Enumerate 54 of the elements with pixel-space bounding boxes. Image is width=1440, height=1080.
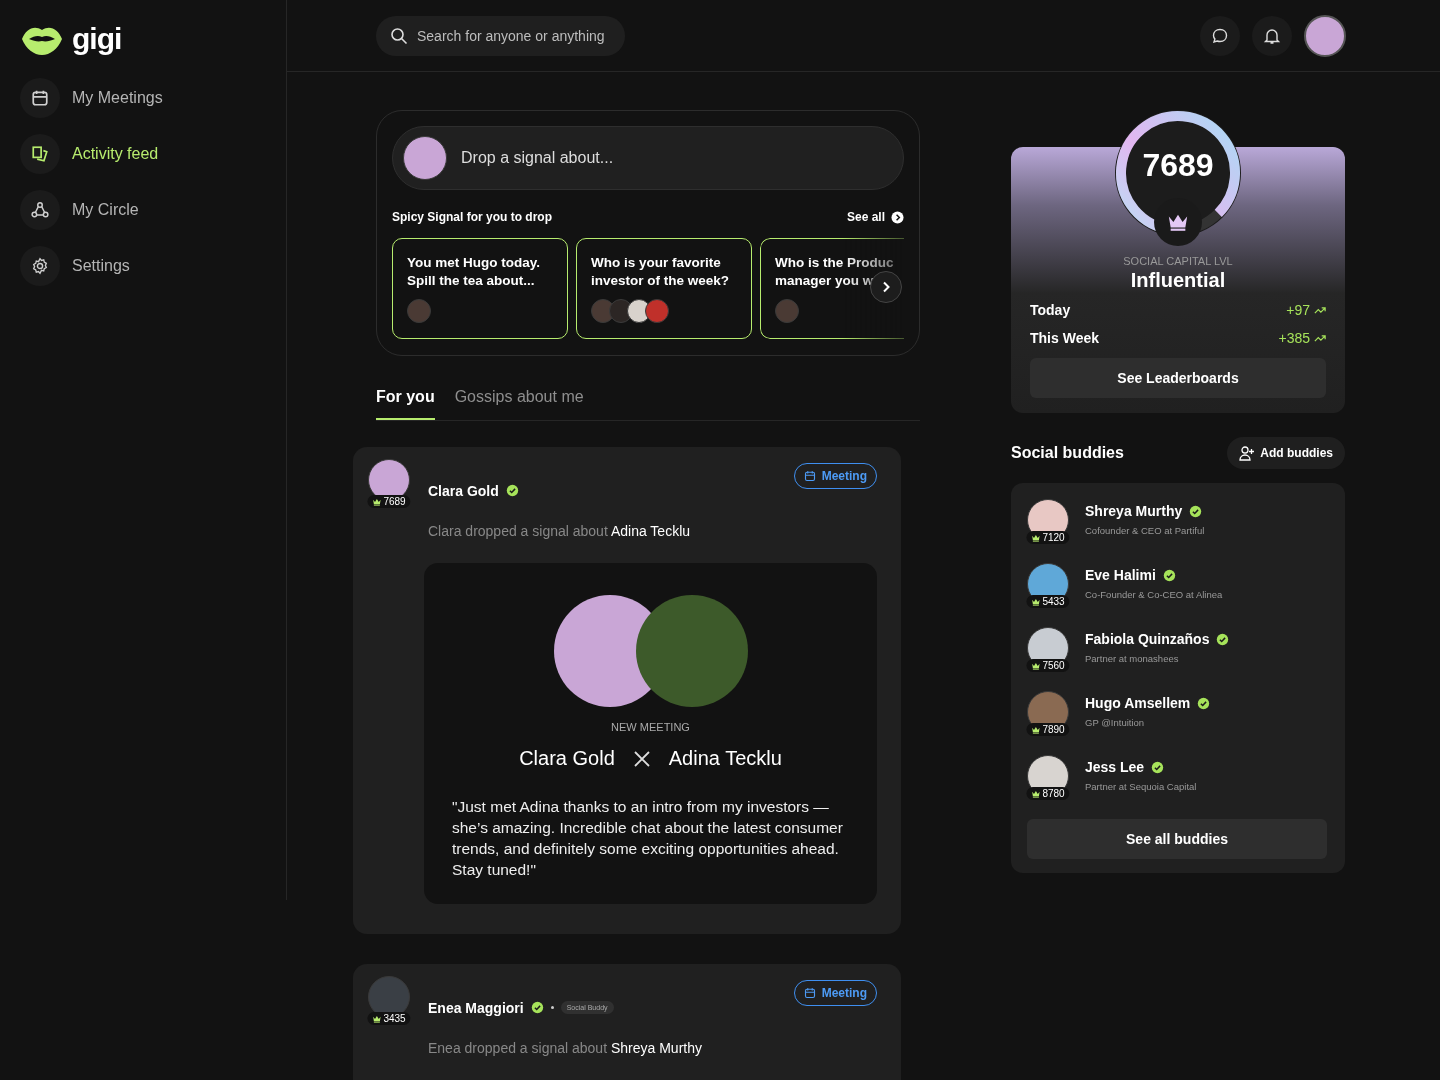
buddy-role: Cofounder & CEO at Partiful — [1085, 525, 1205, 536]
meeting-quote: "Just met Adina thanks to an intro from my investors — she’s amazing. Incredible chat about the latest consumer trends, and definitely some exciting opportunities ahead. Stay tuned!" — [452, 797, 844, 880]
score-badge: 7560 — [1026, 659, 1070, 672]
score-badge: 5433 — [1026, 595, 1070, 608]
stat-label: Today — [1030, 302, 1071, 318]
score-badge: 8780 — [1026, 787, 1070, 800]
leaderboards-button[interactable]: See Leaderboards — [1030, 358, 1326, 398]
nav-item[interactable]: Settings — [20, 246, 266, 286]
tab[interactable]: For you — [376, 388, 435, 420]
search-field[interactable]: Search for anyone or anything — [376, 15, 625, 56]
score-badge: 7890 — [1026, 723, 1070, 736]
stat-value: +97 — [1286, 302, 1310, 318]
buddy-role: Partner at monashees — [1085, 653, 1180, 664]
buddy-item[interactable]: 8780 Jess Lee Partner at Sequoia Capital — [1027, 755, 1327, 797]
buddy-name: Hugo Amsellem — [1085, 695, 1191, 711]
signal-card[interactable]: You met Hugo today. Spill the tea about... — [392, 238, 568, 339]
post-description: Enea dropped a signal about Shreya Murthy — [428, 1040, 703, 1056]
buddy-role: GP @Intuition — [1085, 717, 1146, 728]
buddy-role: Partner at Sequoia Capital — [1085, 781, 1197, 792]
level-name: Influential — [1129, 269, 1227, 292]
level-label: SOCIAL CAPITAL LVL — [1122, 255, 1234, 267]
buddy-item[interactable]: 7560 Fabiola Quinzaños Partner at monashees — [1027, 627, 1327, 669]
buddy-item[interactable]: 7120 Shreya Murthy Cofounder & CEO at Partiful — [1027, 499, 1327, 541]
signal-input[interactable]: Drop a signal about... — [392, 126, 904, 190]
see-all-link[interactable]: See all — [846, 210, 904, 224]
buddy-item[interactable]: 5433 Eve Halimi Co-Founder & Co-CEO at Alinea — [1027, 563, 1327, 605]
tab[interactable]: Gossips about me — [454, 388, 584, 420]
score-badge: 7689 — [367, 495, 411, 508]
nav-item[interactable]: My Circle — [20, 190, 266, 230]
meeting-label: NEW MEETING — [611, 721, 690, 733]
score-badge: 7120 — [1026, 531, 1070, 544]
signal-card[interactable]: Who is your favorite investor of the week? — [576, 238, 752, 339]
buddy-name: Fabiola Quinzaños — [1085, 631, 1210, 647]
buddy-name: Jess Lee — [1085, 759, 1145, 775]
see-all-buddies-button[interactable]: See all buddies — [1027, 819, 1327, 859]
buddy-item[interactable]: 7890 Hugo Amsellem GP @Intuition — [1027, 691, 1327, 733]
buddy-role: Co-Founder & Co-CEO at Alinea — [1085, 589, 1223, 600]
post-description: Clara dropped a signal about Adina Tecklu — [428, 523, 692, 539]
person-name: Clara Gold — [519, 747, 615, 770]
person-name: Adina Tecklu — [668, 747, 782, 770]
author-name: Enea Maggiori — [428, 999, 524, 1016]
section-title: Spicy Signal for you to drop — [392, 210, 552, 224]
brand-name: gigi — [72, 22, 122, 56]
add-buddies-button[interactable]: Add buddies — [1227, 437, 1345, 469]
nav-item[interactable]: Activity feed — [20, 134, 266, 174]
buddy-name: Eve Halimi — [1085, 567, 1156, 583]
author-name: Clara Gold — [428, 482, 499, 499]
section-title: Social buddies — [1011, 444, 1124, 462]
nav-item[interactable]: My Meetings — [20, 78, 266, 118]
buddy-name: Shreya Murthy — [1085, 503, 1183, 519]
stat-label: This Week — [1030, 330, 1099, 346]
score-value: 7689 — [1141, 147, 1215, 184]
score-badge: 3435 — [367, 1012, 411, 1025]
stat-value: +385 — [1278, 330, 1310, 346]
